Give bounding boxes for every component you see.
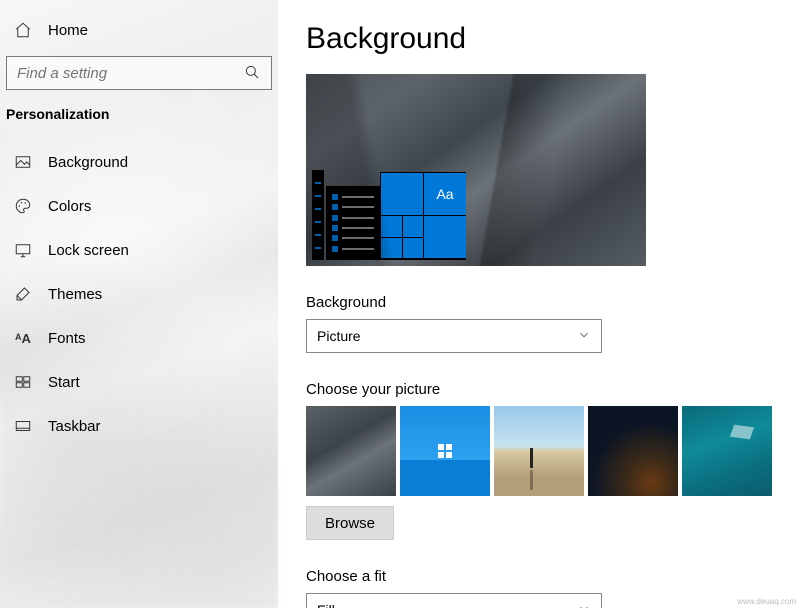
picture-thumb-2[interactable] [400,406,490,496]
chevron-down-icon [577,602,591,608]
choose-picture-label: Choose your picture [306,381,800,398]
paintbrush-icon [14,285,32,303]
lock-screen-icon [14,241,32,259]
sidebar-item-label: Colors [48,198,91,215]
sidebar-item-label: Themes [48,286,102,303]
fonts-icon: ᴬA [14,331,32,346]
picture-thumb-4[interactable] [588,406,678,496]
palette-icon [14,197,32,215]
fit-dropdown[interactable]: Fill [306,593,602,608]
background-dropdown-label: Background [306,294,800,311]
taskbar-icon [14,417,32,435]
sidebar-item-start[interactable]: Start [0,360,278,404]
sidebar-item-fonts[interactable]: ᴬA Fonts [0,316,278,360]
search-input[interactable] [17,65,243,82]
preview-sample-text: Aa [424,173,466,215]
home-label: Home [48,22,88,39]
category-heading: Personalization [0,96,278,132]
sidebar-item-colors[interactable]: Colors [0,184,278,228]
sidebar-item-label: Taskbar [48,418,101,435]
start-icon [14,373,32,391]
image-icon [14,153,32,171]
sidebar-item-background[interactable]: Background [0,140,278,184]
home-icon [14,21,32,39]
picture-thumb-1[interactable] [306,406,396,496]
sidebar-item-themes[interactable]: Themes [0,272,278,316]
search-icon [243,63,261,84]
fit-dropdown-value: Fill [317,602,335,608]
page-title: Background [306,22,800,56]
search-box[interactable] [6,56,272,90]
sidebar-item-label: Fonts [48,330,86,347]
background-dropdown-value: Picture [317,328,361,344]
desktop-preview: Aa [306,74,646,266]
sidebar-item-label: Lock screen [48,242,129,259]
watermark: www.deuaq.com [737,597,796,606]
picture-thumb-3[interactable] [494,406,584,496]
sidebar: Home Personalization Background [0,0,278,608]
picture-thumb-5[interactable] [682,406,772,496]
preview-start-list [326,186,380,260]
picture-thumbnails [306,406,800,496]
background-dropdown[interactable]: Picture [306,319,602,353]
browse-button[interactable]: Browse [306,506,394,540]
preview-taskbar-icon [312,170,324,260]
content-area: Background Aa Background Picture Choose … [278,0,800,608]
sidebar-item-taskbar[interactable]: Taskbar [0,404,278,448]
home-nav[interactable]: Home [0,8,278,52]
sidebar-item-label: Start [48,374,80,391]
preview-start-tiles: Aa [380,172,466,260]
chevron-down-icon [577,328,591,345]
choose-fit-label: Choose a fit [306,568,800,585]
sidebar-item-label: Background [48,154,128,171]
sidebar-item-lock-screen[interactable]: Lock screen [0,228,278,272]
